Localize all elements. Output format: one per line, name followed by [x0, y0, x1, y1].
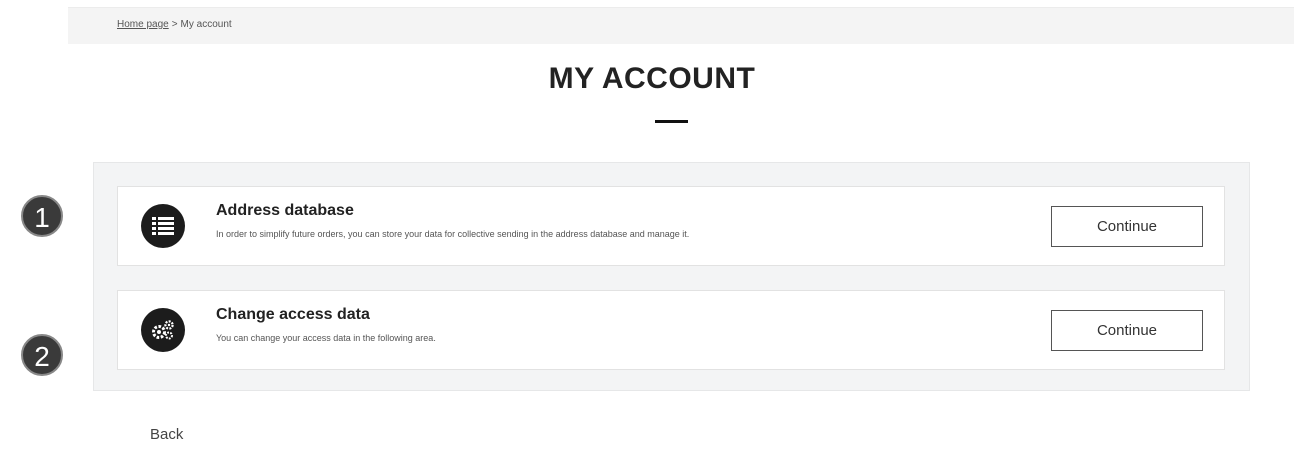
card-title: Address database [216, 202, 354, 219]
page-title: MY ACCOUNT [548, 62, 756, 95]
card-description: In order to simplify future orders, you … [216, 229, 690, 239]
step-badge-2: 2 [21, 334, 63, 376]
list-icon [141, 204, 185, 248]
my-account-page: Home page > My account MY ACCOUNT 1 2 Addr… [0, 0, 1304, 459]
breadcrumb-separator: > [171, 19, 178, 30]
card-description: You can change your access data in the f… [216, 333, 436, 343]
back-link[interactable]: Back [150, 426, 183, 443]
title-underline [655, 120, 688, 123]
breadcrumb-bar: Home page > My account [68, 7, 1294, 44]
address-database-card: Address database In order to simplify fu… [117, 186, 1225, 266]
gears-icon [141, 308, 185, 352]
change-access-data-continue-button[interactable]: Continue [1051, 310, 1203, 351]
card-title: Change access data [216, 306, 370, 323]
breadcrumb: Home page > My account [117, 19, 232, 30]
breadcrumb-home-link[interactable]: Home page [117, 19, 169, 30]
step-badge-1: 1 [21, 195, 63, 237]
address-database-continue-button[interactable]: Continue [1051, 206, 1203, 247]
breadcrumb-current: My account [180, 19, 232, 30]
change-access-data-card: Change access data You can change your a… [117, 290, 1225, 370]
